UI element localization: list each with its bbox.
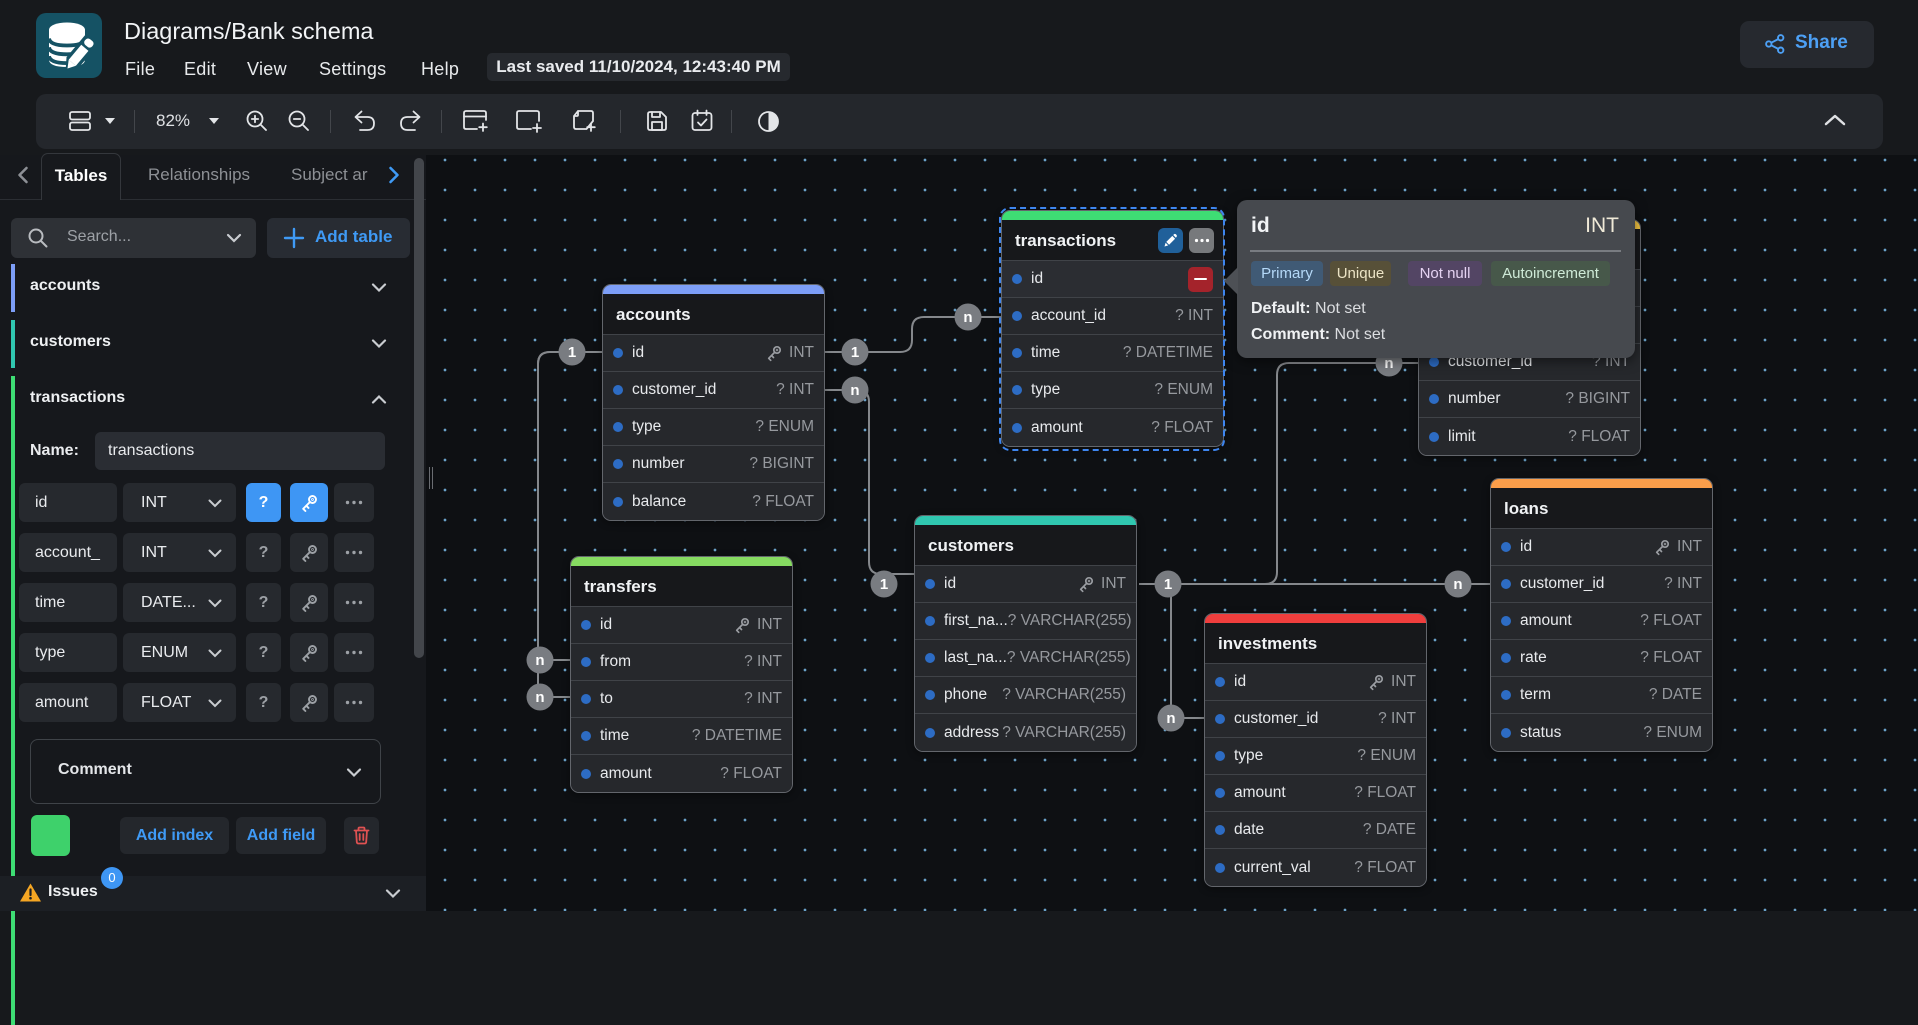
svg-text:n: n bbox=[535, 652, 544, 669]
svg-text:1: 1 bbox=[880, 576, 888, 593]
svg-text:n: n bbox=[535, 689, 544, 706]
svg-text:1: 1 bbox=[568, 344, 576, 361]
svg-text:1: 1 bbox=[1164, 576, 1172, 593]
svg-text:n: n bbox=[1166, 710, 1175, 727]
svg-text:n: n bbox=[850, 382, 859, 399]
svg-text:n: n bbox=[1453, 576, 1462, 593]
svg-text:n: n bbox=[963, 309, 972, 326]
svg-text:1: 1 bbox=[851, 344, 859, 361]
